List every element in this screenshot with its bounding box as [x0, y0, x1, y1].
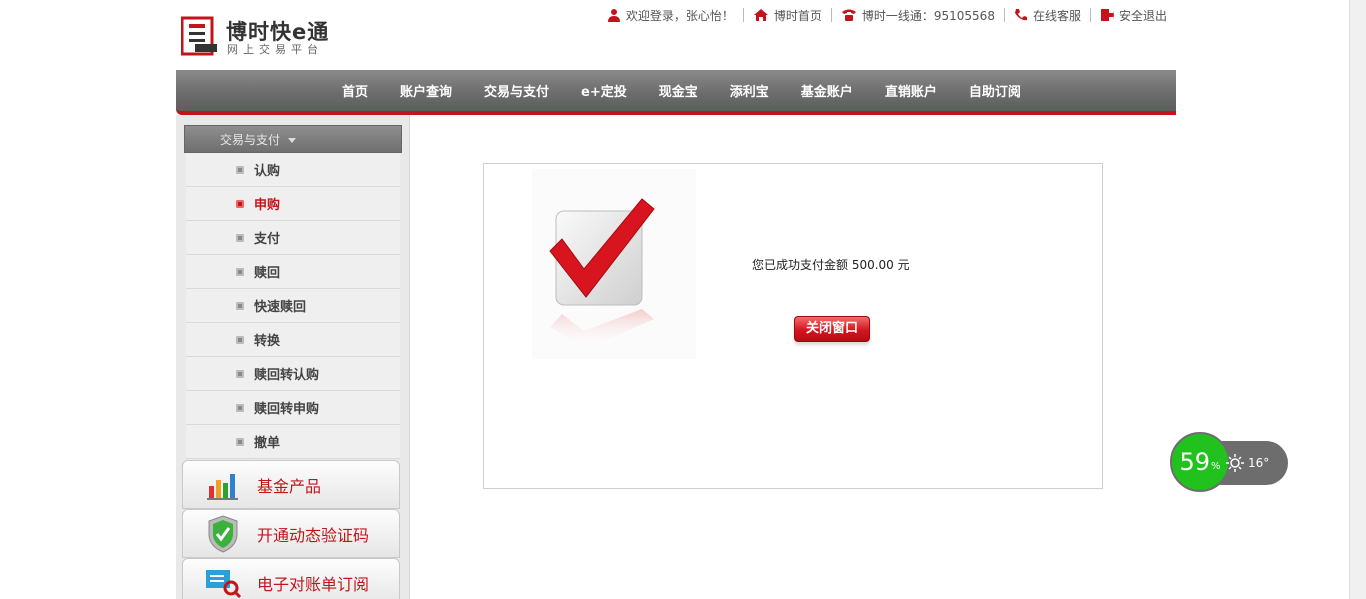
logout-link[interactable]: 安全退出 [1091, 5, 1176, 25]
home-link[interactable]: 博时首页 [744, 5, 831, 25]
success-check-icon [532, 169, 696, 359]
bullet-icon [236, 437, 244, 446]
sidebar-item-redeem-to-purchase[interactable]: 赎回转申购 [186, 391, 400, 425]
phone-icon [841, 9, 856, 21]
sidebar-item-redeem[interactable]: 赎回 [186, 255, 400, 289]
sidebar-list: 认购 申购 支付 赎回 快速赎回 转换 赎回转认购 赎回转申购 撤单 [186, 153, 400, 459]
nav-item-home[interactable]: 首页 [326, 81, 384, 100]
floating-status-widget[interactable]: 59% 16° [1170, 432, 1290, 492]
nav-item-tianli-bao[interactable]: 添利宝 [714, 81, 785, 100]
e-statement-button[interactable]: 电子对账单订阅 [182, 558, 400, 599]
percent-badge: 59% [1170, 432, 1230, 492]
sidebar-heading[interactable]: 交易与支付 [184, 125, 402, 153]
sun-icon [1226, 454, 1244, 472]
nav-item-fund-account[interactable]: 基金账户 [785, 81, 869, 100]
nav-item-self-subscribe[interactable]: 自助订阅 [953, 81, 1037, 100]
headset-icon [1014, 9, 1027, 21]
bullet-icon [236, 233, 244, 242]
bullet-icon [236, 165, 244, 174]
nav-item-account-query[interactable]: 账户查询 [384, 81, 468, 100]
logo[interactable]: 博时快e通 网上交易平台 [181, 14, 341, 58]
sidebar-item-cancel-order[interactable]: 撤单 [186, 425, 400, 459]
welcome-text: 欢迎登录，张心怡！ [598, 5, 743, 25]
result-panel: 您已成功支付金额 500.00 元 关闭窗口 [483, 163, 1103, 489]
logout-icon [1100, 9, 1114, 21]
home-icon [753, 9, 768, 21]
top-links: 欢迎登录，张心怡！ 博时首页 博时一线通：95105568 在线客服 安全退出 [598, 5, 1176, 25]
sidebar-item-redeem-to-subscribe[interactable]: 赎回转认购 [186, 357, 400, 391]
user-icon [607, 9, 620, 22]
caret-down-icon [288, 138, 297, 143]
sidebar-item-convert[interactable]: 转换 [186, 323, 400, 357]
bullet-icon [236, 301, 244, 310]
sidebar: 交易与支付 认购 申购 支付 赎回 快速赎回 转换 赎回转认购 赎回转申购 撤单 [176, 115, 410, 599]
nav-item-eplus-plan[interactable]: e+定投 [565, 81, 643, 100]
close-window-button[interactable]: 关闭窗口 [794, 316, 870, 342]
bullet-icon [236, 369, 244, 378]
online-service-link[interactable]: 在线客服 [1005, 5, 1090, 25]
hotline-text: 博时一线通：95105568 [832, 5, 1004, 25]
success-message: 您已成功支付金额 500.00 元 [752, 258, 910, 272]
bullet-icon [236, 403, 244, 412]
fund-products-button[interactable]: 基金产品 [182, 460, 400, 509]
main-nav: 首页 账户查询 交易与支付 e+定投 现金宝 添利宝 基金账户 直销账户 自助订… [176, 70, 1176, 115]
logo-mark-icon [181, 16, 217, 56]
shield-check-icon [203, 514, 243, 554]
statement-search-icon [203, 563, 243, 599]
bullet-icon [236, 199, 244, 208]
sidebar-item-subscribe[interactable]: 认购 [186, 153, 400, 187]
nav-item-direct-account[interactable]: 直销账户 [869, 81, 953, 100]
bullet-icon [236, 267, 244, 276]
sidebar-item-purchase[interactable]: 申购 [186, 187, 400, 221]
logo-subtitle: 网上交易平台 [227, 43, 323, 56]
nav-item-cash-treasure[interactable]: 现金宝 [643, 81, 714, 100]
bar-chart-icon [203, 465, 243, 505]
dynamic-code-button[interactable]: 开通动态验证码 [182, 509, 400, 558]
page: 博时快e通 网上交易平台 欢迎登录，张心怡！ 博时首页 博时一线通：951055… [0, 0, 1366, 599]
sidebar-item-quick-redeem[interactable]: 快速赎回 [186, 289, 400, 323]
temperature: 16° [1248, 456, 1270, 470]
sidebar-item-payment[interactable]: 支付 [186, 221, 400, 255]
nav-items: 首页 账户查询 交易与支付 e+定投 现金宝 添利宝 基金账户 直销账户 自助订… [326, 70, 1037, 111]
vertical-scrollbar[interactable] [1349, 0, 1366, 599]
nav-item-trade-payment[interactable]: 交易与支付 [468, 81, 565, 100]
bullet-icon [236, 335, 244, 344]
